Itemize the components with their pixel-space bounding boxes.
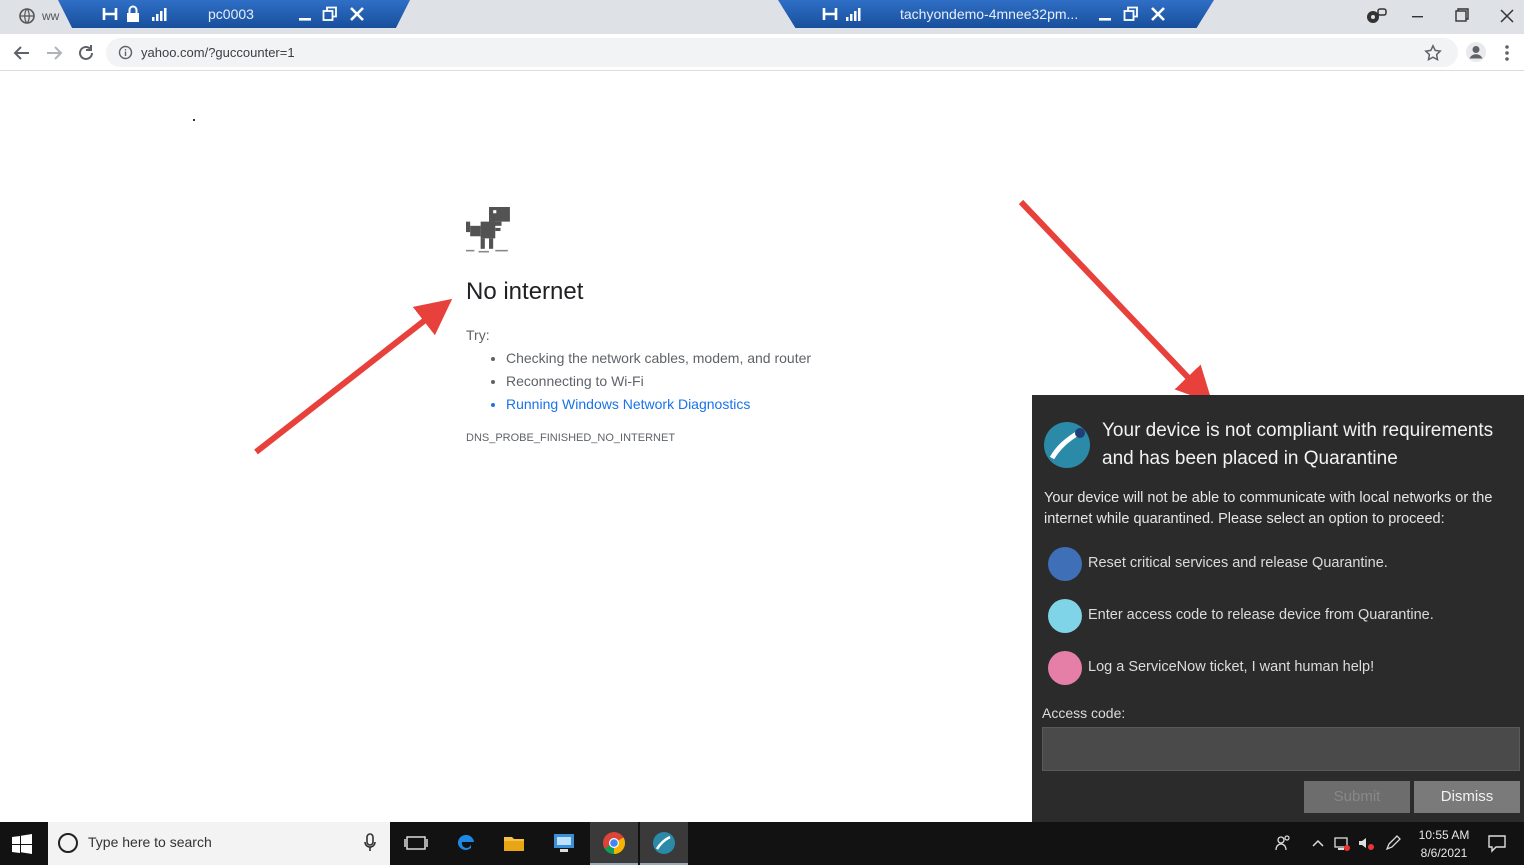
option-reset-services[interactable]: Reset critical services and release Quar…: [1048, 547, 1508, 581]
option-label[interactable]: Reset critical services and release Quar…: [1088, 555, 1388, 571]
windows-taskbar: Type here to search 10:55 AM 8/6/2021: [0, 822, 1524, 865]
access-code-label: Access code:: [1042, 705, 1126, 721]
stray-dot: [193, 119, 195, 121]
info-icon[interactable]: [118, 45, 133, 60]
windows-start-icon[interactable]: [12, 834, 32, 854]
option-enter-access-code[interactable]: Enter access code to release device from…: [1048, 599, 1508, 633]
rdp-connection-bar-right[interactable]: tachyondemo-4mnee32pm...: [778, 0, 1214, 28]
profile-icon[interactable]: [1465, 41, 1487, 63]
quarantine-dialog: Your device is not compliant with requir…: [1032, 395, 1524, 823]
task-view-button[interactable]: [392, 822, 440, 865]
network-disconnected-icon[interactable]: [1333, 834, 1351, 852]
option-log-ticket[interactable]: Log a ServiceNow ticket, I want human he…: [1048, 651, 1508, 685]
window-minimize-button[interactable]: [1404, 5, 1430, 27]
dialog-description: Your device will not be able to communic…: [1044, 490, 1493, 527]
taskbar-search-box[interactable]: Type here to search: [48, 822, 390, 865]
network-diagnostics-link[interactable]: Running Windows Network Diagnostics: [506, 393, 811, 416]
url-text[interactable]: yahoo.com/?guccounter=1: [141, 45, 295, 60]
error-title: No internet: [466, 278, 584, 305]
people-icon[interactable]: [1274, 834, 1292, 852]
minimize-icon[interactable]: [1098, 5, 1112, 23]
search-placeholder[interactable]: Type here to search: [88, 834, 212, 850]
dinosaur-icon[interactable]: [466, 207, 512, 253]
clock-time[interactable]: 10:55 AM: [1414, 826, 1474, 844]
edge-browser-icon[interactable]: [442, 822, 490, 865]
clock-date[interactable]: 8/6/2021: [1414, 844, 1474, 862]
app-logo-icon: [1044, 422, 1090, 468]
volume-muted-icon[interactable]: [1357, 834, 1375, 852]
back-arrow-icon[interactable]: [11, 42, 33, 64]
tachyon-app-icon[interactable]: [640, 822, 688, 865]
signal-strength-icon: [152, 8, 167, 21]
rdp-left-host-name: pc0003: [208, 6, 254, 22]
globe-icon: [19, 8, 35, 24]
pin-icon[interactable]: [102, 5, 118, 23]
browser-toolbar: yahoo.com/?guccounter=1: [0, 34, 1524, 71]
radio-circle[interactable]: [1048, 651, 1082, 685]
menu-kebab-icon[interactable]: [1500, 42, 1514, 64]
remote-desktop-icon[interactable]: [540, 822, 588, 865]
notification-center-icon[interactable]: [1487, 833, 1507, 853]
browser-titlebar: ww pc0003 tachyondemo-4mnee32pm...: [0, 0, 1524, 34]
submit-button[interactable]: Submit: [1304, 781, 1410, 813]
pen-icon[interactable]: [1384, 834, 1402, 852]
restore-icon[interactable]: [322, 5, 338, 23]
radio-circle[interactable]: [1048, 599, 1082, 633]
chrome-icon[interactable]: [590, 822, 638, 865]
signal-strength-icon: [846, 8, 861, 21]
window-maximize-button[interactable]: [1448, 5, 1474, 27]
dismiss-button[interactable]: Dismiss: [1414, 781, 1520, 813]
radio-circle[interactable]: [1048, 547, 1082, 581]
forward-arrow-icon[interactable]: [43, 42, 65, 64]
bookmark-star-icon[interactable]: [1424, 44, 1442, 62]
rdp-right-host-name: tachyondemo-4mnee32pm...: [900, 6, 1079, 22]
restore-icon[interactable]: [1123, 5, 1139, 23]
list-item: Reconnecting to Wi-Fi: [506, 370, 811, 393]
close-icon[interactable]: [349, 5, 365, 23]
option-label[interactable]: Enter access code to release device from…: [1088, 607, 1434, 623]
screen: ww pc0003 tachyondemo-4mnee32pm... yahoo…: [0, 0, 1524, 865]
access-code-input[interactable]: [1042, 727, 1520, 771]
list-item: Checking the network cables, modem, and …: [506, 347, 811, 370]
chevron-up-icon[interactable]: [1309, 834, 1327, 852]
file-explorer-icon[interactable]: [490, 822, 538, 865]
tab-title-fragment[interactable]: ww: [42, 9, 59, 23]
cortana-circle-icon[interactable]: [58, 833, 78, 853]
dialog-title: Your device is not compliant with requir…: [1102, 420, 1494, 469]
pin-icon[interactable]: [822, 5, 838, 23]
window-close-button[interactable]: [1494, 5, 1520, 27]
close-icon[interactable]: [1150, 5, 1166, 23]
system-clock[interactable]: 10:55 AM 8/6/2021: [1414, 826, 1474, 862]
suggestions-list: Checking the network cables, modem, and …: [490, 347, 811, 416]
minimize-icon[interactable]: [298, 5, 312, 23]
error-code: DNS_PROBE_FINISHED_NO_INTERNET: [466, 432, 676, 444]
lock-icon: [127, 5, 139, 22]
extension-icon[interactable]: [1364, 5, 1390, 27]
address-bar[interactable]: yahoo.com/?guccounter=1: [106, 38, 1458, 67]
microphone-icon[interactable]: [364, 833, 376, 853]
reload-icon[interactable]: [75, 42, 97, 64]
rdp-connection-bar-left[interactable]: pc0003: [58, 0, 410, 28]
try-label: Try:: [466, 327, 490, 343]
option-label[interactable]: Log a ServiceNow ticket, I want human he…: [1088, 659, 1374, 675]
